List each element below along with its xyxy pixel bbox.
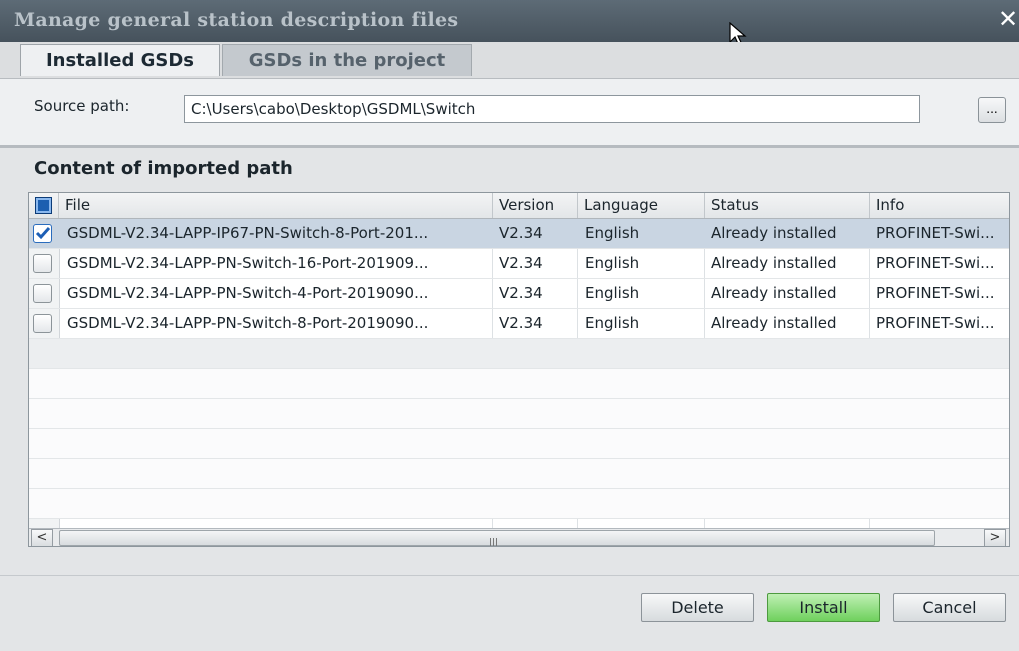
close-icon[interactable]: ✕	[997, 4, 1019, 34]
cell-status: Already installed	[711, 284, 837, 302]
dialog-footer: Delete Install Cancel	[0, 575, 1019, 651]
empty-row	[29, 489, 1009, 519]
scroll-left-icon[interactable]: <	[31, 529, 53, 546]
table-header: File Version Language Status Info	[29, 193, 1009, 219]
cancel-button[interactable]: Cancel	[893, 593, 1006, 622]
row-checkbox[interactable]	[33, 254, 52, 273]
cell-file: GSDML-V2.34-LAPP-PN-Switch-8-Port-201909…	[67, 314, 429, 332]
cell-status: Already installed	[711, 314, 837, 332]
tab-bar: Installed GSDs GSDs in the project	[0, 42, 1019, 79]
empty-row	[29, 459, 1009, 489]
cell-info: PROFINET-Swi...	[876, 314, 995, 332]
column-header-version[interactable]: Version	[493, 193, 578, 218]
gsd-table: File Version Language Status Info GSDML-…	[28, 192, 1010, 547]
install-button[interactable]: Install	[767, 593, 880, 622]
content-panel: Content of imported path File Version La…	[0, 148, 1019, 575]
cell-status: Already installed	[711, 224, 837, 242]
row-checkbox[interactable]	[33, 284, 52, 303]
cell-version: V2.34	[499, 284, 543, 302]
cell-language: English	[585, 284, 640, 302]
cell-version: V2.34	[499, 254, 543, 272]
cell-language: English	[585, 254, 640, 272]
row-checkbox[interactable]	[33, 314, 52, 333]
table-row[interactable]: GSDML-V2.34-LAPP-PN-Switch-4-Port-201909…	[29, 279, 1009, 309]
table-row[interactable]: GSDML-V2.34-LAPP-PN-Switch-16-Port-20190…	[29, 249, 1009, 279]
column-header-language[interactable]: Language	[578, 193, 705, 218]
cell-status: Already installed	[711, 254, 837, 272]
cell-version: V2.34	[499, 314, 543, 332]
cell-file: GSDML-V2.34-LAPP-IP67-PN-Switch-8-Port-2…	[67, 224, 429, 242]
cell-info: PROFINET-Swi...	[876, 284, 995, 302]
window-title: Manage general station description files	[14, 9, 459, 31]
row-checkbox[interactable]	[33, 224, 52, 243]
scroll-right-icon[interactable]: >	[984, 529, 1006, 546]
horizontal-scrollbar[interactable]: < >	[29, 528, 1009, 546]
empty-row	[29, 369, 1009, 399]
source-path-input[interactable]: C:\Users\cabo\Desktop\GSDML\Switch	[184, 95, 920, 123]
table-row[interactable]: GSDML-V2.34-LAPP-PN-Switch-8-Port-201909…	[29, 309, 1009, 339]
source-path-label: Source path:	[34, 97, 130, 115]
scroll-thumb[interactable]	[59, 530, 935, 546]
tab-gsds-in-project[interactable]: GSDs in the project	[222, 44, 472, 76]
column-header-file[interactable]: File	[59, 193, 493, 218]
cell-file: GSDML-V2.34-LAPP-PN-Switch-4-Port-201909…	[67, 284, 429, 302]
empty-row	[29, 429, 1009, 459]
cell-file: GSDML-V2.34-LAPP-PN-Switch-16-Port-20190…	[67, 254, 429, 272]
cell-info: PROFINET-Swi...	[876, 224, 995, 242]
grip-icon	[490, 533, 500, 546]
empty-row	[29, 339, 1009, 369]
empty-row	[29, 399, 1009, 429]
select-all-checkbox[interactable]	[35, 197, 52, 214]
tab-installed-gsds[interactable]: Installed GSDs	[20, 44, 220, 76]
checkmark-icon	[35, 227, 51, 240]
column-header-info[interactable]: Info	[870, 193, 1009, 218]
cell-info: PROFINET-Swi...	[876, 254, 995, 272]
table-row[interactable]: GSDML-V2.34-LAPP-IP67-PN-Switch-8-Port-2…	[29, 219, 1009, 249]
source-path-row: Source path: C:\Users\cabo\Desktop\GSDML…	[0, 79, 1019, 145]
cell-version: V2.34	[499, 224, 543, 242]
column-header-status[interactable]: Status	[705, 193, 870, 218]
cell-language: English	[585, 314, 640, 332]
delete-button[interactable]: Delete	[641, 593, 754, 622]
title-bar: Manage general station description files…	[0, 0, 1019, 47]
browse-button[interactable]: ...	[978, 97, 1006, 123]
select-all-cell[interactable]	[29, 193, 59, 218]
cell-language: English	[585, 224, 640, 242]
section-title: Content of imported path	[34, 158, 293, 179]
